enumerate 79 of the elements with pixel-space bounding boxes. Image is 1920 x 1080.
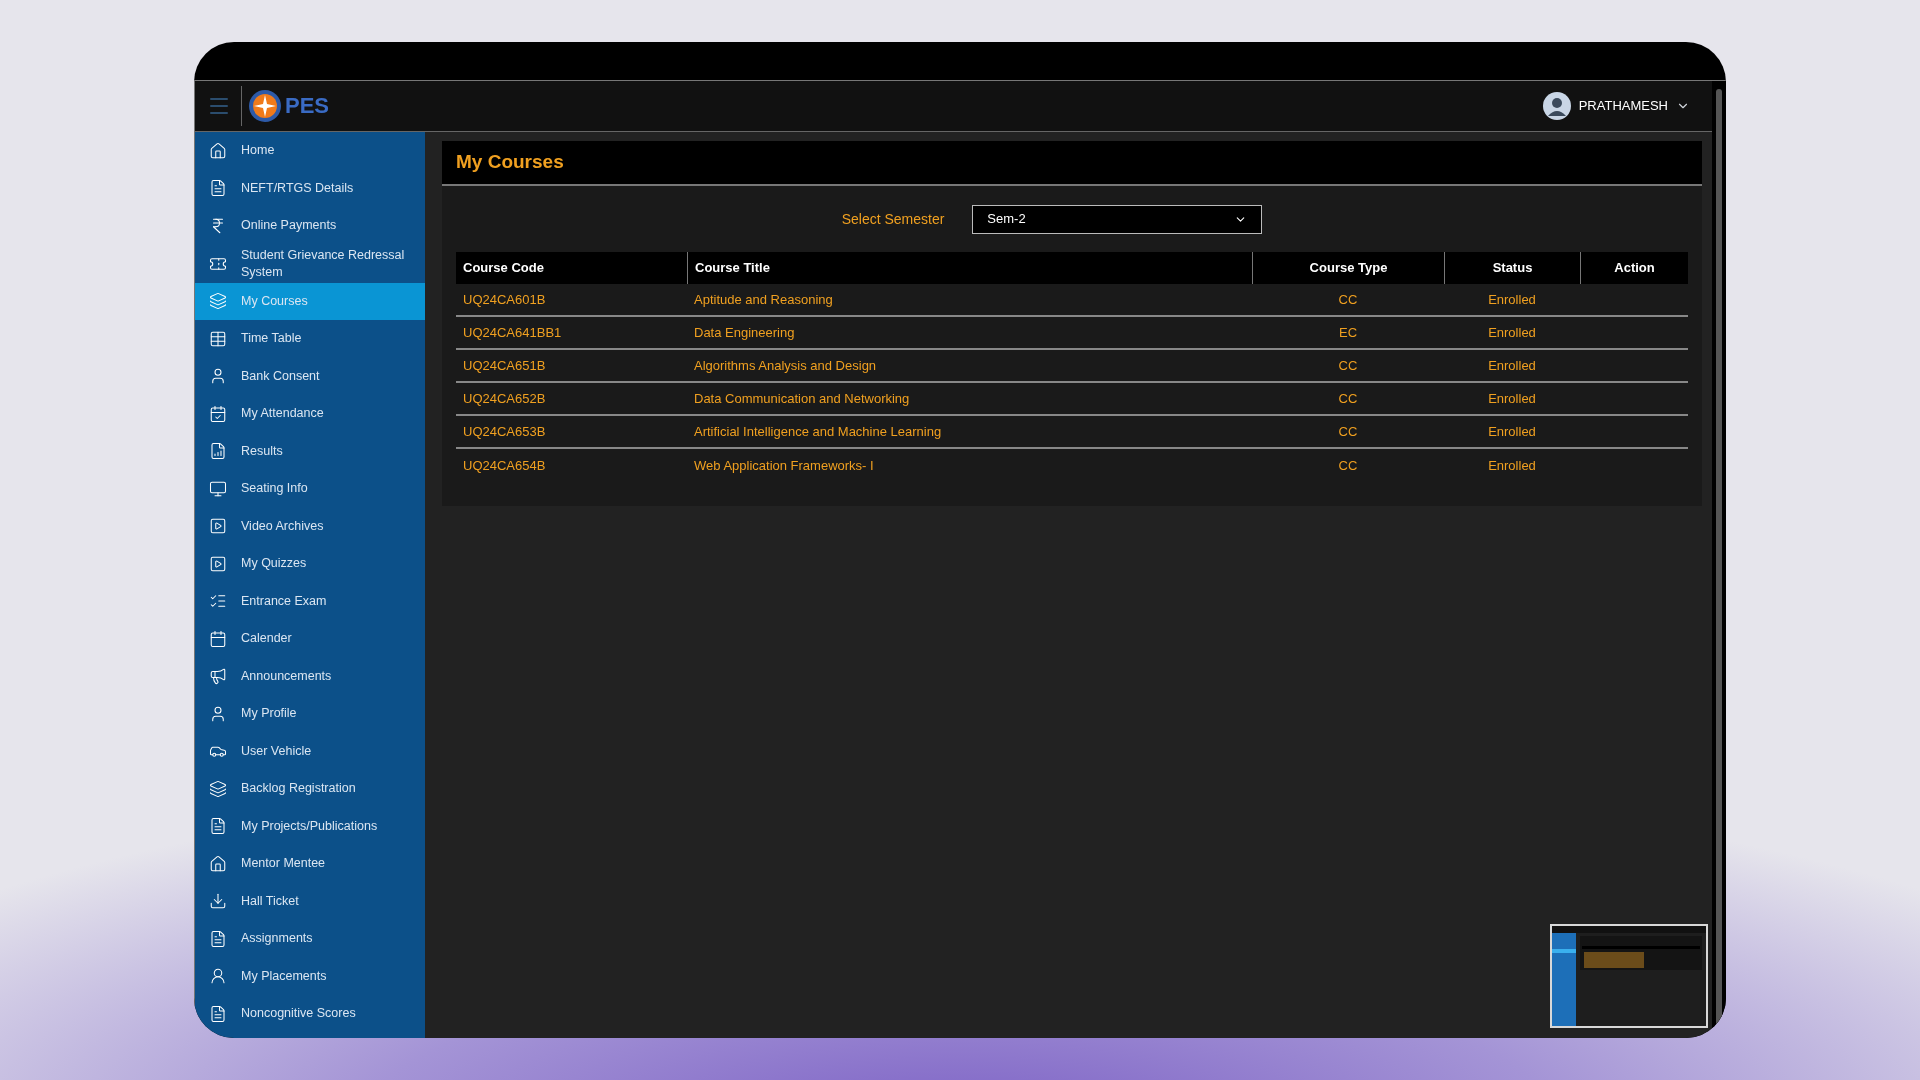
sidebar-item[interactable]: Noncognitive Scores bbox=[195, 995, 425, 1033]
video-icon bbox=[209, 554, 227, 573]
table-cell-text: Algorithms Analysis and Design bbox=[694, 356, 877, 375]
table-cell-text: Web Application Frameworks- I bbox=[694, 456, 874, 475]
column-header: Course Type bbox=[1252, 252, 1444, 284]
sidebar-item[interactable]: My Attendance bbox=[195, 395, 425, 433]
download-icon bbox=[209, 892, 227, 911]
sidebar-item[interactable]: Entrance Exam bbox=[195, 582, 425, 620]
megaphone-icon bbox=[209, 667, 227, 686]
table-cell-text: Enrolled bbox=[1488, 422, 1536, 441]
video-icon bbox=[209, 517, 227, 536]
table-cell-text: CC bbox=[1338, 356, 1358, 375]
column-header: Course Title bbox=[687, 252, 1252, 284]
document-icon bbox=[209, 929, 227, 948]
table-cell-text: UQ24CA653B bbox=[463, 422, 546, 441]
table-cell-text: UQ24CA601B bbox=[463, 290, 546, 309]
table-cell-text: Aptitude and Reasoning bbox=[694, 290, 833, 309]
table-cell-text: Enrolled bbox=[1488, 456, 1536, 475]
table-cell-text: Enrolled bbox=[1488, 389, 1536, 408]
table-cell-text: Artificial Intelligence and Machine Learning bbox=[694, 422, 942, 441]
table-cell-text: CC bbox=[1338, 456, 1358, 475]
table-cell-text: UQ24CA654B bbox=[463, 456, 546, 475]
monitor-icon bbox=[209, 479, 227, 498]
sidebar-item[interactable]: User Vehicle bbox=[195, 732, 425, 770]
sidebar-item[interactable]: Mentor Mentee bbox=[195, 845, 425, 883]
sidebar-item[interactable]: Hall Ticket bbox=[195, 882, 425, 920]
table-cell-text: Enrolled bbox=[1488, 290, 1536, 309]
table-cell-text: CC bbox=[1338, 389, 1358, 408]
grid-icon bbox=[209, 329, 227, 348]
table-cell-text: UQ24CA651B bbox=[463, 356, 546, 375]
sidebar-item[interactable]: Home bbox=[195, 132, 425, 170]
column-header: Action bbox=[1580, 252, 1688, 284]
table-cell-text: Enrolled bbox=[1488, 323, 1536, 342]
table-cell-text: UQ24CA652B bbox=[463, 389, 546, 408]
sidebar-item[interactable]: Student Grievance Redressal System bbox=[195, 244, 425, 283]
column-header: Status bbox=[1444, 252, 1580, 284]
report-icon bbox=[209, 442, 227, 461]
layers-icon bbox=[209, 779, 227, 798]
house-icon bbox=[209, 141, 227, 160]
table-cell-text: Data Communication and Networking bbox=[694, 389, 910, 408]
calendar-icon bbox=[209, 404, 227, 423]
semester-label: Select Semester bbox=[841, 209, 945, 229]
layers-icon bbox=[209, 292, 227, 311]
sidebar-item[interactable]: Assignments bbox=[195, 920, 425, 958]
table-cell-text: EC bbox=[1338, 323, 1358, 342]
sidebar-item[interactable]: Bank Consent bbox=[195, 357, 425, 395]
sidebar-item[interactable]: Seating Info bbox=[195, 470, 425, 508]
sidebar-item[interactable]: Results bbox=[195, 432, 425, 470]
sidebar-item[interactable]: My Placements bbox=[195, 957, 425, 995]
table-cell-text: UQ24CA641BB1 bbox=[463, 323, 562, 342]
logo-icon bbox=[248, 89, 282, 123]
sidebar-item[interactable]: Time Table bbox=[195, 320, 425, 358]
sidebar-item[interactable]: Online Payments bbox=[195, 207, 425, 245]
sidebar-item[interactable]: My Quizzes bbox=[195, 545, 425, 583]
person-icon bbox=[209, 367, 227, 386]
sidebar-item[interactable]: NEFT/RTGS Details bbox=[195, 169, 425, 207]
person-icon bbox=[209, 967, 227, 986]
user-menu[interactable]: PRATHAMESH bbox=[1542, 92, 1690, 120]
sidebar-item[interactable]: My Projects/Publications bbox=[195, 807, 425, 845]
column-header: Course Code bbox=[462, 259, 545, 278]
page-title: My Courses bbox=[456, 150, 564, 175]
sidebar-item[interactable]: Calender bbox=[195, 620, 425, 658]
table-cell-text: Enrolled bbox=[1488, 356, 1536, 375]
sidebar-item[interactable]: Video Archives bbox=[195, 507, 425, 545]
house-icon bbox=[209, 854, 227, 873]
avatar-icon bbox=[1542, 92, 1571, 120]
calendar-icon bbox=[209, 629, 227, 648]
table-cell-text: CC bbox=[1338, 422, 1358, 441]
table-cell-text: CC bbox=[1338, 290, 1358, 309]
sidebar-item[interactable]: Announcements bbox=[195, 657, 425, 695]
document-icon bbox=[209, 179, 227, 198]
document-icon bbox=[209, 817, 227, 836]
sidebar-item[interactable]: Backlog Registration bbox=[195, 770, 425, 808]
person-icon bbox=[209, 704, 227, 723]
document-icon bbox=[209, 1004, 227, 1023]
sidebar-item[interactable]: My Profile bbox=[195, 695, 425, 733]
semester-select[interactable]: Sem-2 bbox=[972, 204, 1263, 234]
table-cell-text: Data Engineering bbox=[694, 323, 795, 342]
logo-text: PES bbox=[285, 95, 330, 117]
